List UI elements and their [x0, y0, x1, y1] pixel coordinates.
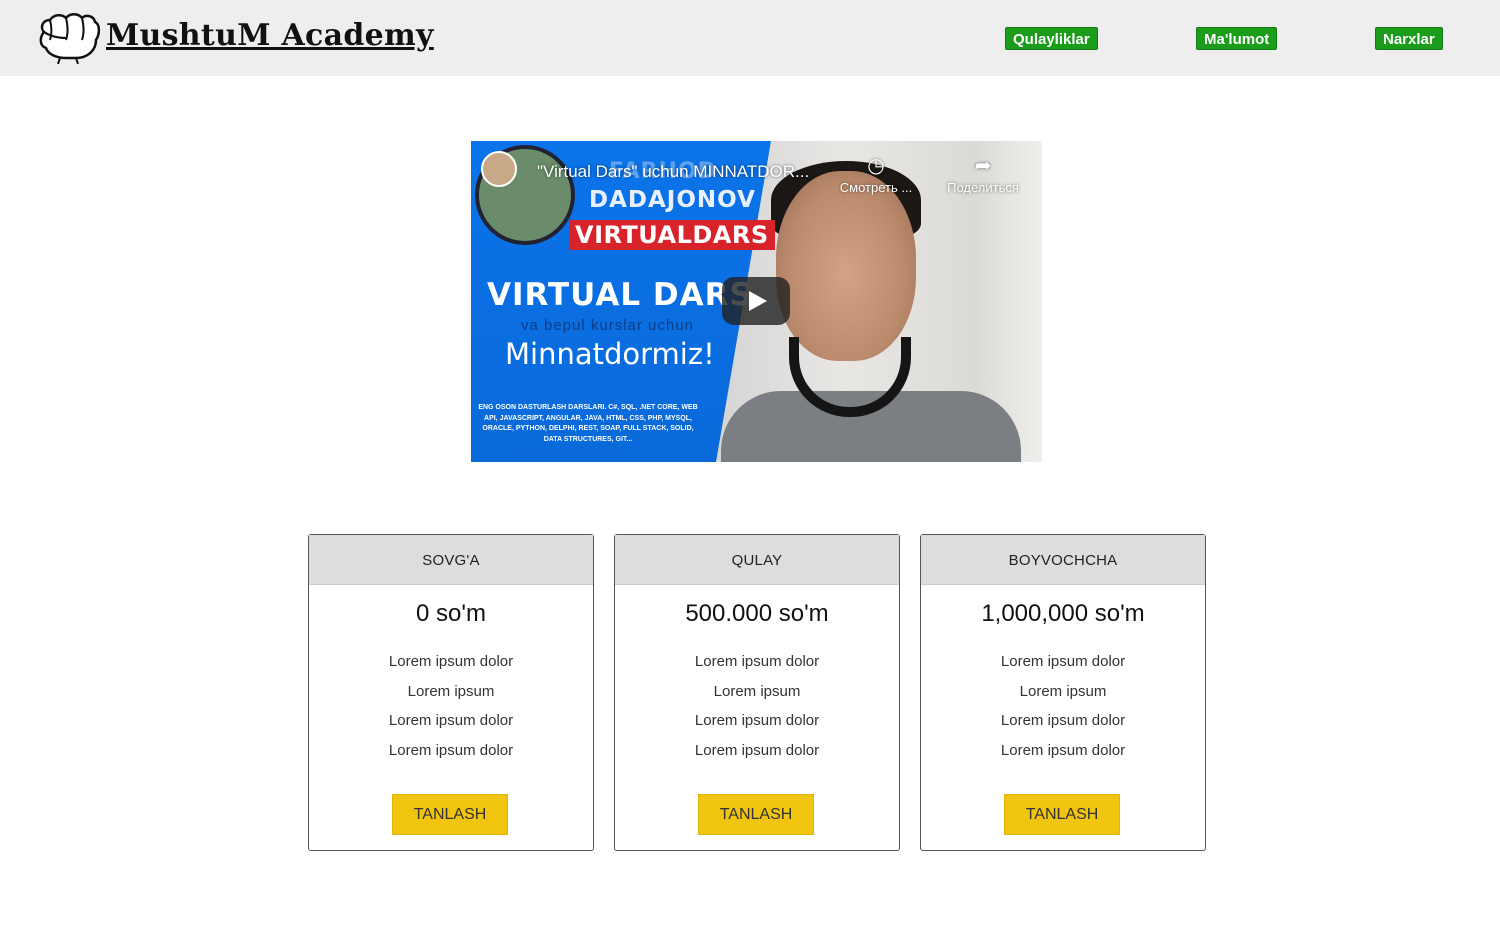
site-header: MushtuM Academy Qulayliklar Ma'lumot Nar… [0, 0, 1500, 76]
thumbnail-person-face [776, 171, 916, 361]
plan-feature: Lorem ipsum dolor [694, 653, 820, 670]
plan-features: Lorem ipsum dolor Lorem ipsum Lorem ipsu… [615, 647, 899, 765]
clock-icon: ◷ [867, 155, 885, 177]
plan-name: BOYVOCHCHA [921, 535, 1205, 585]
choose-plan-button[interactable]: TANLASH [1004, 794, 1120, 835]
plan-feature: Lorem ipsum dolor [694, 712, 820, 730]
choose-plan-button[interactable]: TANLASH [392, 794, 508, 835]
nav-malumot-button[interactable]: Ma'lumot [1196, 27, 1278, 50]
plan-feature: Lorem ipsum dolor [388, 741, 514, 759]
plan-feature: Lorem ipsum dolor [1000, 653, 1126, 670]
play-icon[interactable] [722, 277, 790, 325]
watch-later-button[interactable]: ◷ Смотреть ... [831, 155, 921, 195]
plan-feature: Lorem ipsum [1019, 682, 1107, 700]
channel-avatar[interactable] [481, 151, 517, 187]
plan-name: QULAY [615, 535, 899, 585]
video-title[interactable]: "Virtual Dars" uchun MINNATDOR... [537, 162, 809, 182]
logo-text: MushtuM Academy [106, 17, 434, 53]
thumbnail-subline: va bepul kurslar uchun [521, 317, 694, 334]
thumbnail-channel-tag: VIRTUALDARS [569, 220, 775, 250]
plan-price: 0 so'm [416, 600, 486, 627]
plan-feature: Lorem ipsum [407, 682, 495, 700]
nav-narxlar-button[interactable]: Narxlar [1375, 27, 1443, 50]
plan-price: 500.000 so'm [685, 600, 829, 627]
plan-feature: Lorem ipsum [713, 682, 801, 700]
site-logo[interactable]: MushtuM Academy [36, 10, 434, 64]
thumbnail-thanks: Minnatdormiz! [505, 337, 715, 371]
plan-feature: Lorem ipsum dolor [388, 712, 514, 730]
plan-feature: Lorem ipsum dolor [388, 653, 514, 670]
plan-price: 1,000,000 so'm [981, 600, 1145, 627]
thumbnail-headline: VIRTUAL DARS [487, 277, 753, 313]
thumbnail-tech-list: ENG OSON DASTURLASH DARSLARI. C#, SQL, .… [478, 404, 698, 443]
share-label: Поделиться [947, 180, 1019, 195]
watch-later-label: Смотреть ... [839, 180, 913, 195]
share-arrow-icon: ➦ [974, 155, 992, 177]
plan-feature: Lorem ipsum dolor [1000, 712, 1126, 730]
fist-icon [39, 13, 101, 64]
pricing-card-qulay: QULAY 500.000 so'm Lorem ipsum dolor Lor… [614, 534, 900, 851]
choose-plan-button[interactable]: TANLASH [698, 794, 814, 835]
plan-name: SOVG'A [309, 535, 593, 585]
share-button[interactable]: ➦ Поделиться [933, 155, 1033, 195]
nav-qulayliklar-button[interactable]: Qulayliklar [1005, 27, 1098, 50]
plan-feature: Lorem ipsum dolor [1000, 741, 1126, 759]
thumbnail-name-last: DADAJONOV [589, 187, 756, 213]
plan-features: Lorem ipsum dolor Lorem ipsum Lorem ipsu… [921, 647, 1205, 765]
youtube-video-embed[interactable]: FARHOD DADAJONOV VIRTUALDARS VIRTUAL DAR… [471, 141, 1042, 462]
plan-feature: Lorem ipsum dolor [694, 741, 820, 759]
pricing-card-sovga: SOVG'A 0 so'm Lorem ipsum dolor Lorem ip… [308, 534, 594, 851]
plan-features: Lorem ipsum dolor Lorem ipsum Lorem ipsu… [309, 647, 593, 765]
pricing-card-boyvochcha: BOYVOCHCHA 1,000,000 so'm Lorem ipsum do… [920, 534, 1206, 851]
